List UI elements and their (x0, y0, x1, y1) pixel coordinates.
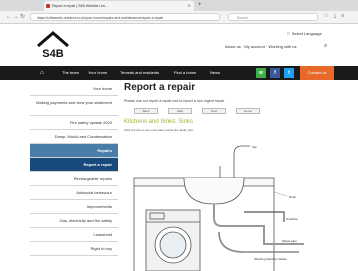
logo-text: S4B (42, 48, 63, 60)
sidebar-item-antisocial[interactable]: Antisocial behaviour (30, 186, 118, 200)
sidebar-item-improvements[interactable]: Improvements (30, 200, 118, 214)
working-with-us-link[interactable]: Working with us (268, 44, 296, 49)
sidebar-item-payments[interactable]: Making payments and view your statement (30, 96, 118, 116)
favicon-icon (46, 4, 50, 8)
home-icon[interactable]: ⌂ (40, 66, 44, 80)
label-washing-machine-waste: Washing Machine Waste (254, 257, 287, 261)
main-content: Report a repair Please use our report a … (124, 82, 304, 132)
sidebar-item-gas-electricity[interactable]: Gas, electricity and fire safety (30, 214, 118, 228)
sidebar: Your home Making payments and view your … (30, 82, 118, 256)
sidebar-item-damp[interactable]: Damp, Mould and Condensation (30, 130, 118, 144)
reload-icon[interactable]: ↻ (20, 12, 25, 22)
repair-tool-buttons: Back Start Next Home (124, 108, 304, 114)
sidebar-item-right-to-buy[interactable]: Right to buy (30, 242, 118, 256)
select-language-label: Select Language (291, 31, 322, 36)
sidebar-item-rechargeable[interactable]: Rechargeable repairs (30, 172, 118, 186)
next-button[interactable]: Next (202, 108, 226, 114)
browser-search-input[interactable]: Search (228, 13, 318, 21)
label-overflow: Overflow (286, 217, 299, 221)
whatsapp-icon[interactable]: w (256, 68, 266, 78)
screen: Report a repair | S4B Website Lim... ✕ +… (0, 0, 358, 271)
sink-diagram[interactable]: Tap Drain Overflow Waste pipe Washing Ma… (124, 132, 314, 271)
start-button[interactable]: Start (168, 108, 192, 114)
browser-tab[interactable]: Report a repair | S4B Website Lim... ✕ (44, 1, 194, 11)
nav-item-your-home[interactable]: Your home (88, 66, 107, 80)
tab-title: Report a repair | S4B Website Lim... (52, 4, 108, 8)
nav-item-the-team[interactable]: The team (62, 66, 79, 80)
sidebar-item-repairs[interactable]: Repairs (30, 144, 118, 158)
contact-us-button[interactable]: Contact us (300, 66, 334, 80)
label-tap: Tap (252, 145, 257, 149)
page-title: Report a repair (124, 82, 196, 93)
facebook-icon[interactable]: f (270, 68, 280, 78)
nav-item-tenants-and-residents[interactable]: Tenants and residents (120, 66, 159, 80)
search-icon[interactable]: ⌕ (324, 43, 327, 50)
new-tab-button[interactable]: + (198, 1, 202, 10)
browser-toolbar: ← → ↻ https://s4bstreets.resident.co.uk/… (0, 11, 358, 24)
sidebar-item-your-home[interactable]: Your home (30, 82, 118, 96)
back-icon[interactable]: ← (6, 12, 12, 22)
section-title: Kitchens and Sinks: Sinks (124, 119, 194, 125)
about-us-link[interactable]: About us (225, 44, 241, 49)
sidebar-item-report-a-repair[interactable]: Report a repair (30, 158, 118, 172)
sidebar-item-leasehold[interactable]: Leasehold (30, 228, 118, 242)
toolbar-icons[interactable]: ☆ ⤓ ≡ (324, 13, 346, 19)
tab-close-icon[interactable]: ✕ (188, 1, 191, 11)
back-button[interactable]: Back (134, 108, 158, 114)
label-waste-pipe: Waste pipe (282, 239, 297, 243)
select-language-link[interactable]: ⚐ Select Language (287, 31, 322, 36)
s4b-logo[interactable]: S4B (36, 30, 70, 60)
home-button[interactable]: Home (236, 108, 260, 114)
my-account-link[interactable]: My account (244, 44, 264, 49)
nav-item-find-a-home[interactable]: Find a home (174, 66, 196, 80)
main-nav: ⌂ The team Your home Tenants and residen… (0, 66, 358, 80)
nav-item-news[interactable]: News (210, 66, 220, 80)
site-header: S4B ⚐ Select Language About us · My acco… (0, 24, 358, 66)
top-links: About us · My account · Working with us (225, 44, 297, 49)
sidebar-item-fire-safety[interactable]: Fire safety update 2020 (30, 116, 118, 130)
forward-icon[interactable]: → (13, 12, 19, 22)
twitter-icon[interactable]: t (284, 68, 294, 78)
label-drain: Drain (289, 195, 297, 199)
intro-text: Please use our report a repair tool to r… (124, 99, 225, 103)
web-page: S4B ⚐ Select Language About us · My acco… (0, 24, 358, 271)
address-bar[interactable]: https://s4bstreets.resident.co.uk/your-h… (30, 13, 220, 21)
